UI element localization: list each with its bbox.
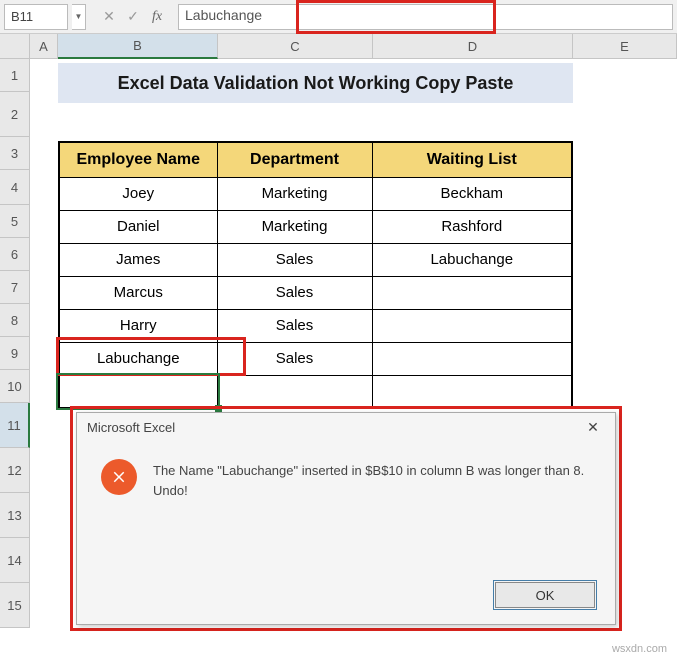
cell[interactable] [372,309,572,342]
cell[interactable]: Harry [59,309,217,342]
cell[interactable]: Sales [217,342,372,375]
row-header[interactable]: 7 [0,271,30,304]
col-header[interactable]: C [218,34,373,59]
row-header[interactable]: 12 [0,448,30,493]
cell[interactable]: Beckham [372,177,572,210]
cancel-formula-icon: ✕ [98,6,120,28]
dialog-title: Microsoft Excel [87,420,175,435]
row-header[interactable]: 2 [0,92,30,137]
cell[interactable]: Marketing [217,210,372,243]
col-headers: A B C D E [30,34,677,59]
cell[interactable]: Marketing [217,177,372,210]
cell[interactable] [217,375,372,408]
col-header[interactable]: E [573,34,677,59]
col-header[interactable]: B [58,34,218,59]
row-header[interactable]: 6 [0,238,30,271]
cell[interactable]: Sales [217,276,372,309]
row-header[interactable]: 10 [0,370,30,403]
cell[interactable]: Sales [217,309,372,342]
row-header[interactable]: 15 [0,583,30,628]
row-header[interactable]: 11 [0,403,30,448]
data-table: Employee Name Department Waiting List Jo… [58,141,573,409]
cell[interactable]: Daniel [59,210,217,243]
formula-input[interactable]: Labuchange [178,4,673,30]
row-header[interactable]: 13 [0,493,30,538]
enter-formula-icon: ✓ [122,6,144,28]
dialog-message: The Name "Labuchange" inserted in $B$10 … [153,459,591,500]
row-header[interactable]: 4 [0,170,30,205]
table-row: HarrySales [59,309,572,342]
table-row: JamesSalesLabuchange [59,243,572,276]
cell[interactable]: Rashford [372,210,572,243]
select-all-corner[interactable] [0,34,30,59]
cell[interactable] [372,276,572,309]
col-header[interactable]: A [30,34,58,59]
cell[interactable] [59,375,217,408]
error-icon [101,459,137,495]
cell[interactable]: Labuchange [372,243,572,276]
row-header[interactable]: 1 [0,59,30,92]
watermark: wsxdn.com [612,643,667,655]
cell[interactable]: Joey [59,177,217,210]
fx-icon[interactable]: fx [146,6,168,28]
cell[interactable]: Labuchange [59,342,217,375]
row-header[interactable]: 8 [0,304,30,337]
cell[interactable]: James [59,243,217,276]
table-header[interactable]: Department [217,142,372,177]
table-header[interactable]: Employee Name [59,142,217,177]
close-button[interactable]: ✕ [577,416,609,438]
ok-button[interactable]: OK [495,582,595,608]
table-header[interactable]: Waiting List [372,142,572,177]
table-row: LabuchangeSales [59,342,572,375]
row-headers: 1 2 3 4 5 6 7 8 9 10 11 12 13 14 15 [0,59,30,628]
sheet-title: Excel Data Validation Not Working Copy P… [58,63,573,103]
cell[interactable]: Marcus [59,276,217,309]
col-header[interactable]: D [373,34,573,59]
table-row: JoeyMarketingBeckham [59,177,572,210]
row-header[interactable]: 9 [0,337,30,370]
annotation-highlight: Microsoft Excel ✕ The Name "Labuchange" … [70,406,622,631]
cell[interactable] [372,375,572,408]
table-row: DanielMarketingRashford [59,210,572,243]
name-box[interactable]: B11 [4,4,68,30]
cell[interactable]: Sales [217,243,372,276]
close-icon: ✕ [587,419,599,436]
table-row [59,375,572,408]
table-row: MarcusSales [59,276,572,309]
row-header[interactable]: 14 [0,538,30,583]
cell[interactable] [372,342,572,375]
row-header[interactable]: 5 [0,205,30,238]
message-dialog: Microsoft Excel ✕ The Name "Labuchange" … [76,412,616,625]
row-header[interactable]: 3 [0,137,30,170]
name-box-dropdown-icon[interactable]: ▼ [72,4,86,30]
